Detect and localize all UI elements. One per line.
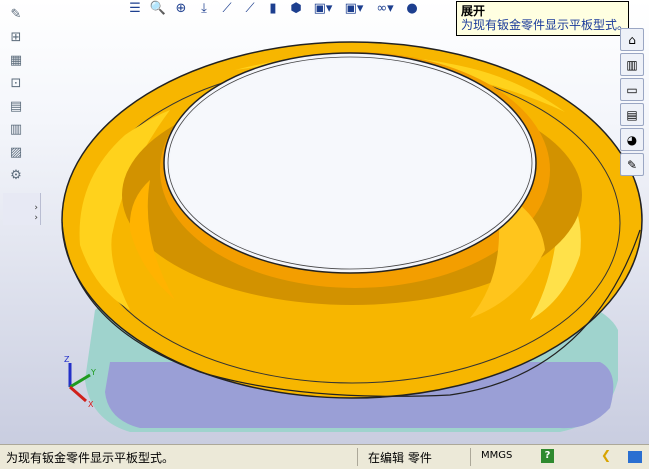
task-pane-tabs: ⌂ ▥ ▭ ▤ ◕ ✎ (620, 28, 644, 176)
triad-y-axis (69, 373, 91, 389)
graphics-viewport[interactable]: ☰ 🔍 ⊕ ⤓ ⟋ ⟋ ▮ ⬢ ▣▾ ▣▾ ∞▾ ● 展开 为现有钣金零件显示平… (0, 0, 649, 444)
appearances-icon[interactable]: ◕ (620, 128, 644, 151)
apply-scene-icon[interactable]: ∞▾ (371, 0, 399, 18)
file-explorer-icon[interactable]: ▭ (620, 78, 644, 101)
display-style-icon[interactable]: ⬢ (286, 0, 306, 18)
section-view-icon[interactable]: ⟋ (217, 0, 237, 18)
flatten-icon[interactable]: ▤ (5, 96, 27, 117)
triad-y-label: Y (90, 368, 96, 377)
list-icon[interactable]: ☰ (125, 0, 145, 18)
view-settings-icon[interactable]: ● (402, 0, 422, 18)
collapse-arrow-icon[interactable]: ❮ (601, 448, 611, 462)
resize-grip-icon[interactable] (628, 451, 642, 463)
help-icon[interactable]: ? (541, 449, 554, 463)
sheet-metal-icon[interactable]: ▦ (5, 50, 27, 71)
tooltip: 展开 为现有钣金零件显示平板型式。 (456, 1, 629, 36)
units-selector[interactable]: MMGS (481, 450, 512, 461)
status-separator (470, 448, 471, 466)
rip-icon[interactable]: ▨ (5, 142, 27, 163)
tooltip-title: 展开 (461, 4, 486, 18)
view-orientation-icon[interactable]: ▮ (263, 0, 283, 18)
previous-view-icon[interactable]: ⤓ (194, 0, 214, 18)
feature-manager-expander[interactable]: › › (3, 193, 41, 225)
design-library-icon[interactable]: ▥ (620, 53, 644, 76)
view-palette-icon[interactable]: ▤ (620, 103, 644, 126)
heads-up-view-toolbar: ☰ 🔍 ⊕ ⤓ ⟋ ⟋ ▮ ⬢ ▣▾ ▣▾ ∞▾ ● (125, 0, 422, 18)
hide-show-items-icon[interactable]: ▣▾ (309, 0, 337, 18)
triad-x-axis (69, 385, 87, 403)
insert-bends-icon[interactable]: ⊡ (5, 73, 27, 94)
solidworks-window: ☰ 🔍 ⊕ ⤓ ⟋ ⟋ ▮ ⬢ ▣▾ ▣▾ ∞▾ ● 展开 为现有钣金零件显示平… (0, 0, 649, 469)
expand-arrow-icon: › › (34, 203, 38, 223)
home-icon[interactable]: ⌂ (620, 28, 644, 51)
dynamic-annotation-icon[interactable]: ⟋ (240, 0, 260, 18)
status-separator (357, 448, 358, 466)
status-bar: 为现有钣金零件显示平板型式。 在编辑 零件 MMGS ? ❮ (0, 444, 649, 469)
sheet-metal-tools-icon[interactable]: ⚙ (5, 165, 27, 186)
zoom-to-fit-icon[interactable]: 🔍 (148, 0, 168, 18)
zoom-area-icon[interactable]: ⊕ (171, 0, 191, 18)
reference-triad: Z Y X (64, 355, 96, 409)
custom-properties-icon[interactable]: ✎ (620, 153, 644, 176)
smart-dimension-icon[interactable]: ⊞ (5, 27, 27, 48)
sheet-metal-toolbar: ✎ ⊞ ▦ ⊡ ▤ ▥ ▨ ⚙ (5, 4, 29, 186)
status-edit-mode: 在编辑 零件 (368, 451, 432, 465)
opening-view (170, 59, 530, 267)
edit-appearance-icon[interactable]: ▣▾ (340, 0, 368, 18)
tooltip-description: 为现有钣金零件显示平板型式。 (461, 18, 630, 32)
triad-z-label: Z (64, 355, 70, 364)
status-message: 为现有钣金零件显示平板型式。 (6, 451, 175, 465)
no-bends-icon[interactable]: ▥ (5, 119, 27, 140)
sketch-icon[interactable]: ✎ (5, 4, 27, 25)
triad-x-label: X (88, 400, 94, 409)
